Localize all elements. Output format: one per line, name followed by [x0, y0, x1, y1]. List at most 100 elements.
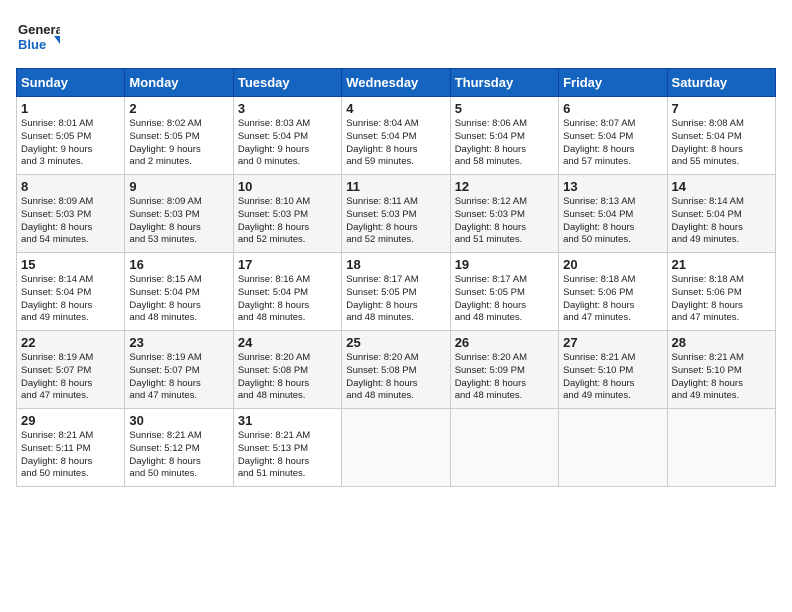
day-number: 8 [21, 179, 120, 194]
calendar-cell [450, 409, 558, 487]
day-number: 10 [238, 179, 337, 194]
cell-info: Sunrise: 8:21 AM Sunset: 5:12 PM Dayligh… [129, 430, 228, 481]
calendar-cell: 12 Sunrise: 8:12 AM Sunset: 5:03 PM Dayli… [450, 175, 558, 253]
day-number: 20 [563, 257, 662, 272]
calendar-cell: 17Sunrise: 8:16 AM Sunset: 5:04 PM Dayli… [233, 253, 341, 331]
col-header-sunday: Sunday [17, 69, 125, 97]
day-number: 21 [672, 257, 771, 272]
day-number: 16 [129, 257, 228, 272]
day-number: 18 [346, 257, 445, 272]
calendar-cell: 15 Sunrise: 8:14 AM Sunset: 5:04 PM Dayli… [17, 253, 125, 331]
day-number: 29 [21, 413, 120, 428]
cell-info: Sunrise: 8:14 AM Sunset: 5:04 PM Dayligh… [672, 196, 771, 247]
day-number: 23 [129, 335, 228, 350]
cell-info: Sunrise: 8:06 AM Sunset: 5:04 PM Dayligh… [455, 118, 554, 169]
svg-text:Blue: Blue [18, 37, 46, 52]
header-row: General Blue [16, 16, 776, 60]
day-number: 30 [129, 413, 228, 428]
cell-info: Sunrise: 8:15 AM Sunset: 5:04 PM Dayligh… [129, 274, 228, 325]
day-number: 15 [21, 257, 120, 272]
calendar-cell: 22 Sunrise: 8:19 AM Sunset: 5:07 PM Dayli… [17, 331, 125, 409]
calendar-cell: 16 Sunrise: 8:15 AM Sunset: 5:04 PM Dayli… [125, 253, 233, 331]
cell-info: Sunrise: 8:21 AM Sunset: 5:10 PM Dayligh… [563, 352, 662, 403]
cell-info: Sunrise: 8:02 AM Sunset: 5:05 PM Dayligh… [129, 118, 228, 169]
day-number: 25 [346, 335, 445, 350]
cell-info: Sunrise: 8:19 AM Sunset: 5:07 PM Dayligh… [129, 352, 228, 403]
cell-info: Sunrise: 8:20 AM Sunset: 5:09 PM Dayligh… [455, 352, 554, 403]
logo-svg: General Blue [16, 16, 60, 60]
day-number: 27 [563, 335, 662, 350]
day-number: 11 [346, 179, 445, 194]
day-number: 12 [455, 179, 554, 194]
calendar-cell: 28 Sunrise: 8:21 AM Sunset: 5:10 PM Dayli… [667, 331, 775, 409]
cell-info: Sunrise: 8:12 AM Sunset: 5:03 PM Dayligh… [455, 196, 554, 247]
col-header-monday: Monday [125, 69, 233, 97]
calendar-cell: 19 Sunrise: 8:17 AM Sunset: 5:05 PM Dayli… [450, 253, 558, 331]
calendar-cell: 24 Sunrise: 8:20 AM Sunset: 5:08 PM Dayli… [233, 331, 341, 409]
day-number: 5 [455, 101, 554, 116]
calendar-cell: 30 Sunrise: 8:21 AM Sunset: 5:12 PM Dayli… [125, 409, 233, 487]
day-number: 19 [455, 257, 554, 272]
calendar-cell: 11 Sunrise: 8:11 AM Sunset: 5:03 PM Dayli… [342, 175, 450, 253]
day-number: 7 [672, 101, 771, 116]
calendar-cell: 26 Sunrise: 8:20 AM Sunset: 5:09 PM Dayli… [450, 331, 558, 409]
calendar-cell: 29Sunrise: 8:21 AM Sunset: 5:11 PM Dayli… [17, 409, 125, 487]
calendar-cell: 25 Sunrise: 8:20 AM Sunset: 5:08 PM Dayli… [342, 331, 450, 409]
cell-info: Sunrise: 8:13 AM Sunset: 5:04 PM Dayligh… [563, 196, 662, 247]
calendar-cell: 14 Sunrise: 8:14 AM Sunset: 5:04 PM Dayli… [667, 175, 775, 253]
cell-info: Sunrise: 8:09 AM Sunset: 5:03 PM Dayligh… [129, 196, 228, 247]
day-number: 17 [238, 257, 337, 272]
cell-info: Sunrise: 8:20 AM Sunset: 5:08 PM Dayligh… [346, 352, 445, 403]
calendar-cell: 8 Sunrise: 8:09 AM Sunset: 5:03 PM Daylig… [17, 175, 125, 253]
day-number: 31 [238, 413, 337, 428]
day-number: 24 [238, 335, 337, 350]
cell-info: Sunrise: 8:17 AM Sunset: 5:05 PM Dayligh… [455, 274, 554, 325]
day-number: 9 [129, 179, 228, 194]
cell-info: Sunrise: 8:18 AM Sunset: 5:06 PM Dayligh… [672, 274, 771, 325]
svg-text:General: General [18, 22, 60, 37]
day-number: 2 [129, 101, 228, 116]
day-number: 14 [672, 179, 771, 194]
calendar-cell: 1 Sunrise: 8:01 AM Sunset: 5:05 PM Daylig… [17, 97, 125, 175]
cell-info: Sunrise: 8:21 AM Sunset: 5:10 PM Dayligh… [672, 352, 771, 403]
calendar-cell: 6 Sunrise: 8:07 AM Sunset: 5:04 PM Daylig… [559, 97, 667, 175]
logo: General Blue [16, 16, 60, 60]
cell-info: Sunrise: 8:14 AM Sunset: 5:04 PM Dayligh… [21, 274, 120, 325]
cell-info: Sunrise: 8:20 AM Sunset: 5:08 PM Dayligh… [238, 352, 337, 403]
cell-info: Sunrise: 8:21 AM Sunset: 5:13 PM Dayligh… [238, 430, 337, 481]
cell-info: Sunrise: 8:10 AM Sunset: 5:03 PM Dayligh… [238, 196, 337, 247]
col-header-tuesday: Tuesday [233, 69, 341, 97]
calendar-cell: 2 Sunrise: 8:02 AM Sunset: 5:05 PM Daylig… [125, 97, 233, 175]
calendar-cell: 20 Sunrise: 8:18 AM Sunset: 5:06 PM Dayli… [559, 253, 667, 331]
cell-info: Sunrise: 8:03 AM Sunset: 5:04 PM Dayligh… [238, 118, 337, 169]
calendar-cell: 21 Sunrise: 8:18 AM Sunset: 5:06 PM Dayli… [667, 253, 775, 331]
cell-info: Sunrise: 8:17 AM Sunset: 5:05 PM Dayligh… [346, 274, 445, 325]
day-number: 1 [21, 101, 120, 116]
col-header-wednesday: Wednesday [342, 69, 450, 97]
col-header-friday: Friday [559, 69, 667, 97]
cell-info: Sunrise: 8:18 AM Sunset: 5:06 PM Dayligh… [563, 274, 662, 325]
day-number: 22 [21, 335, 120, 350]
day-number: 28 [672, 335, 771, 350]
cell-info: Sunrise: 8:19 AM Sunset: 5:07 PM Dayligh… [21, 352, 120, 403]
cell-info: Sunrise: 8:01 AM Sunset: 5:05 PM Dayligh… [21, 118, 120, 169]
day-number: 6 [563, 101, 662, 116]
col-header-saturday: Saturday [667, 69, 775, 97]
calendar-cell: 31 Sunrise: 8:21 AM Sunset: 5:13 PM Dayli… [233, 409, 341, 487]
calendar-cell: 18 Sunrise: 8:17 AM Sunset: 5:05 PM Dayli… [342, 253, 450, 331]
cell-info: Sunrise: 8:08 AM Sunset: 5:04 PM Dayligh… [672, 118, 771, 169]
calendar-cell [559, 409, 667, 487]
calendar-cell: 10 Sunrise: 8:10 AM Sunset: 5:03 PM Dayli… [233, 175, 341, 253]
cell-info: Sunrise: 8:07 AM Sunset: 5:04 PM Dayligh… [563, 118, 662, 169]
cell-info: Sunrise: 8:09 AM Sunset: 5:03 PM Dayligh… [21, 196, 120, 247]
day-number: 3 [238, 101, 337, 116]
col-header-thursday: Thursday [450, 69, 558, 97]
calendar-table: SundayMondayTuesdayWednesdayThursdayFrid… [16, 68, 776, 487]
day-number: 26 [455, 335, 554, 350]
calendar-cell: 7 Sunrise: 8:08 AM Sunset: 5:04 PM Daylig… [667, 97, 775, 175]
cell-info: Sunrise: 8:11 AM Sunset: 5:03 PM Dayligh… [346, 196, 445, 247]
calendar-cell [342, 409, 450, 487]
cell-info: Sunrise: 8:04 AM Sunset: 5:04 PM Dayligh… [346, 118, 445, 169]
calendar-cell: 3 Sunrise: 8:03 AM Sunset: 5:04 PM Daylig… [233, 97, 341, 175]
day-number: 4 [346, 101, 445, 116]
